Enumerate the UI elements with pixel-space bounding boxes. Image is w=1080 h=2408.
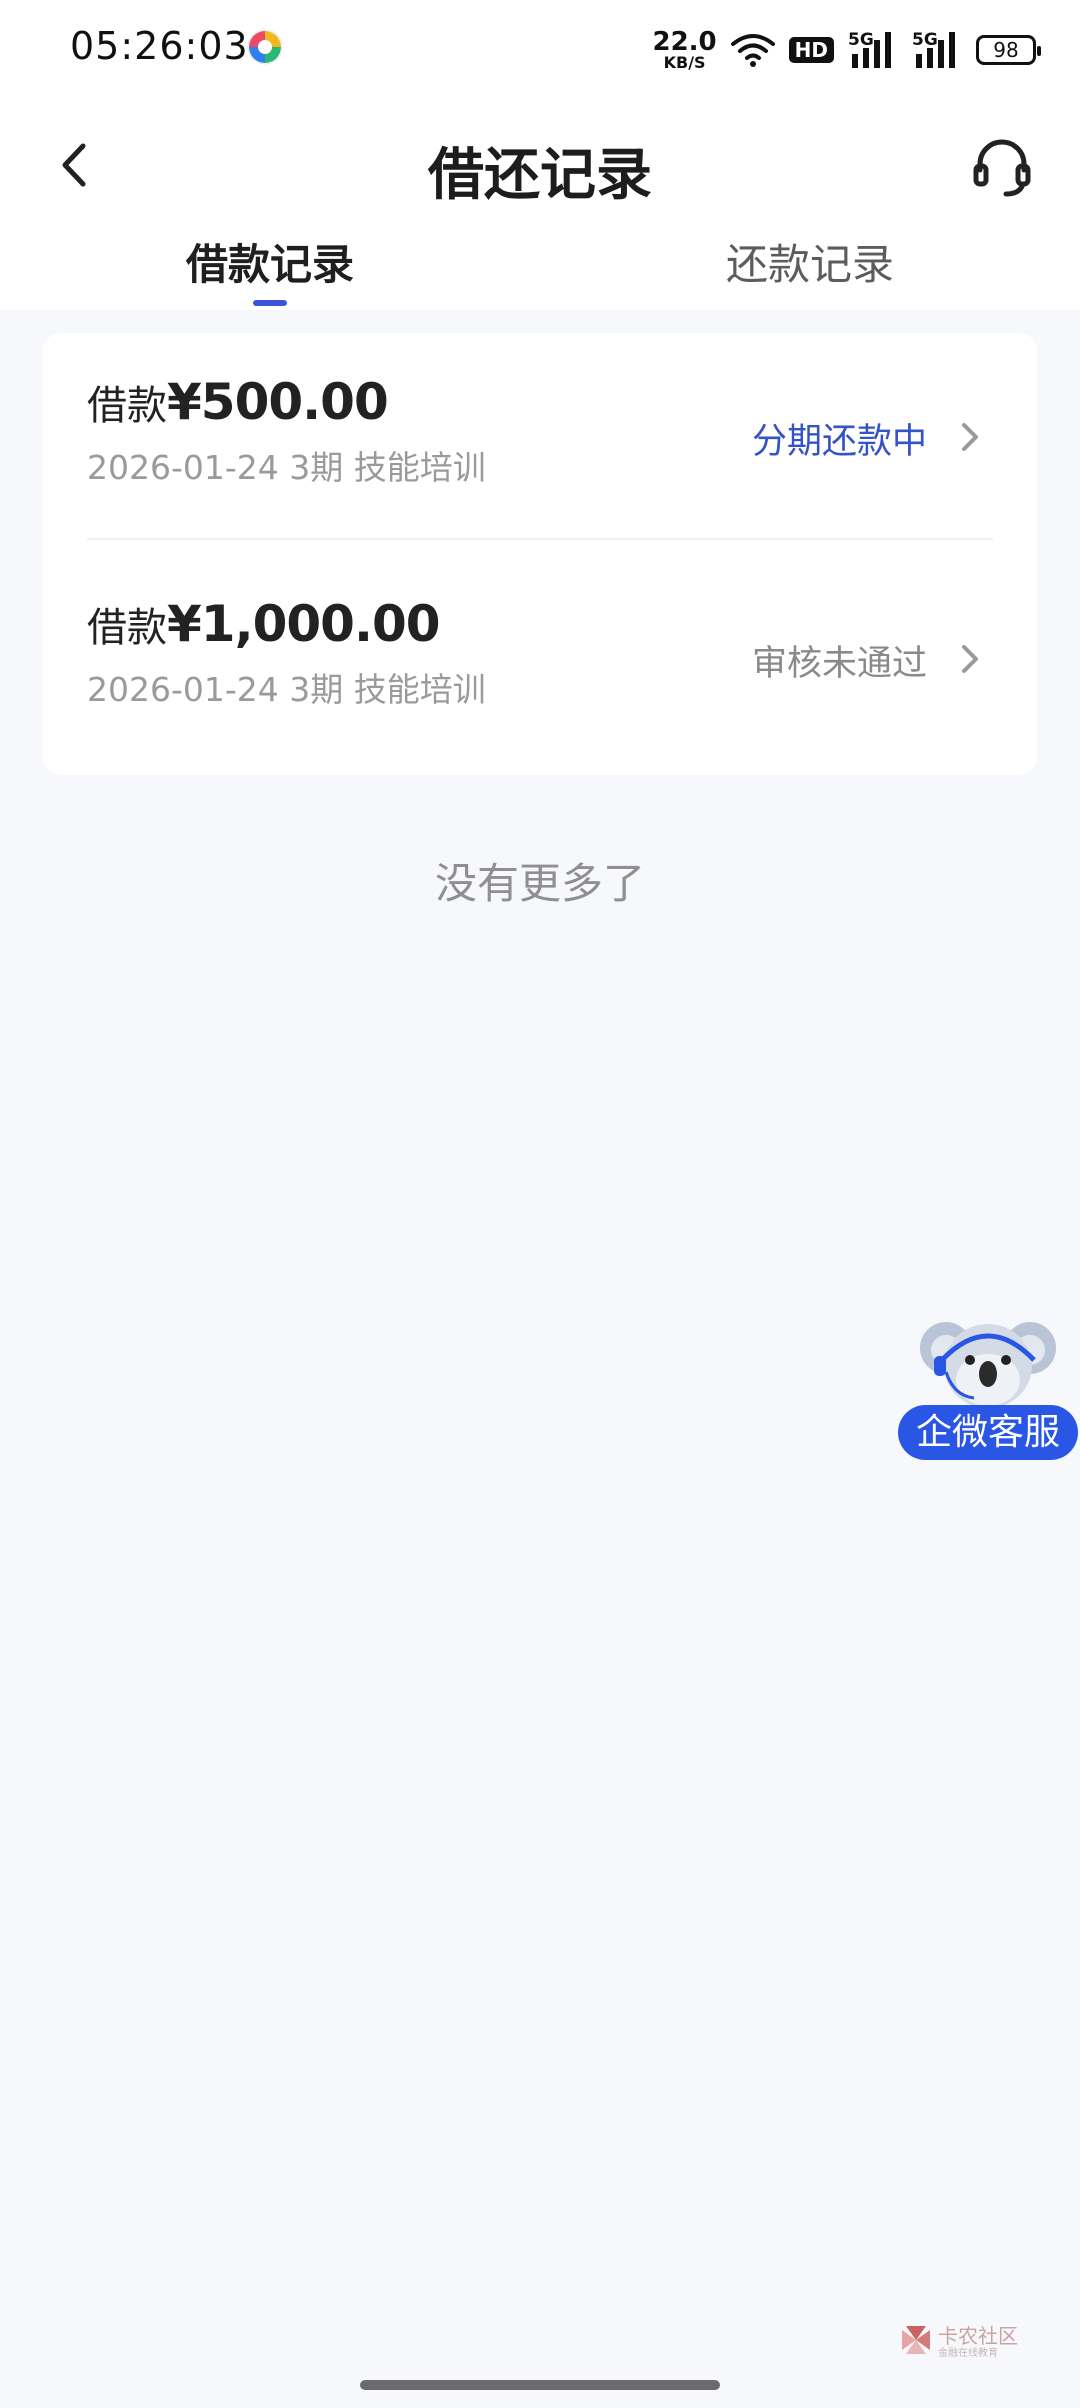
- loan-label: 借款: [87, 383, 167, 429]
- status-indicators: 22.0 KB/S HD 5G 5G 98: [652, 26, 1041, 74]
- loan-meta: 2026-01-24 3期 技能培训: [87, 448, 486, 487]
- chevron-right-icon: [962, 645, 978, 673]
- hd-badge: HD: [788, 37, 834, 63]
- divider: [87, 538, 993, 540]
- list-item[interactable]: 借款 ¥500.00 2026-01-24 3期 技能培训 分期还款中: [43, 333, 1037, 553]
- status-label: 审核未通过: [751, 644, 927, 684]
- headset-icon: [973, 139, 1031, 197]
- koala-mascot-icon: [920, 1322, 1056, 1408]
- wecom-service-label: 企微客服: [898, 1405, 1078, 1460]
- no-more-text: 没有更多了: [434, 859, 645, 908]
- page: 05:26:03 22.0 KB/S HD 5G 5G 98 借还记录 借款记录…: [0, 0, 1080, 2408]
- record-tabs: 借款记录 还款记录: [0, 230, 1080, 310]
- wecom-service-button[interactable]: 企微客服: [898, 1308, 1078, 1460]
- watermark-logo-icon: [902, 2326, 930, 2354]
- battery-icon: 98: [976, 35, 1041, 65]
- network-speed: 22.0 KB/S: [652, 27, 717, 72]
- loan-amount: 借款 ¥1,000.00: [87, 595, 441, 653]
- page-title: 借还记录: [428, 143, 652, 208]
- status-time: 05:26:03: [70, 24, 249, 68]
- signal-icon-2: 5G: [912, 30, 962, 70]
- tab-borrow-records[interactable]: 借款记录: [70, 230, 470, 310]
- status-label: 分期还款中: [751, 422, 927, 462]
- tab-repay-records[interactable]: 还款记录: [610, 230, 1010, 310]
- loan-label: 借款: [87, 605, 167, 651]
- watermark-subtitle: 金融在线教育: [938, 2348, 998, 2359]
- active-tab-indicator: [253, 300, 287, 306]
- list-item[interactable]: 借款 ¥1,000.00 2026-01-24 3期 技能培训 审核未通过: [43, 555, 1037, 775]
- status-bar: 05:26:03 22.0 KB/S HD 5G 5G 98: [0, 0, 1080, 100]
- chevron-right-icon: [962, 423, 978, 451]
- customer-service-button[interactable]: [964, 128, 1040, 204]
- loan-amount-value: ¥500.00: [167, 373, 389, 431]
- loan-amount: 借款 ¥500.00: [87, 373, 389, 431]
- app-notification-icon: [247, 29, 283, 65]
- loan-meta: 2026-01-24 3期 技能培训: [87, 670, 486, 709]
- loan-amount-value: ¥1,000.00: [167, 595, 441, 653]
- records-card: 借款 ¥500.00 2026-01-24 3期 技能培训 分期还款中 借款 ¥…: [43, 333, 1037, 775]
- nav-bar: 借还记录: [0, 100, 1080, 230]
- signal-icon-1: 5G: [848, 30, 898, 70]
- watermark: 卡农社区 金融在线教育: [898, 2318, 1028, 2363]
- wifi-icon: [730, 34, 775, 67]
- home-indicator[interactable]: [360, 2380, 720, 2390]
